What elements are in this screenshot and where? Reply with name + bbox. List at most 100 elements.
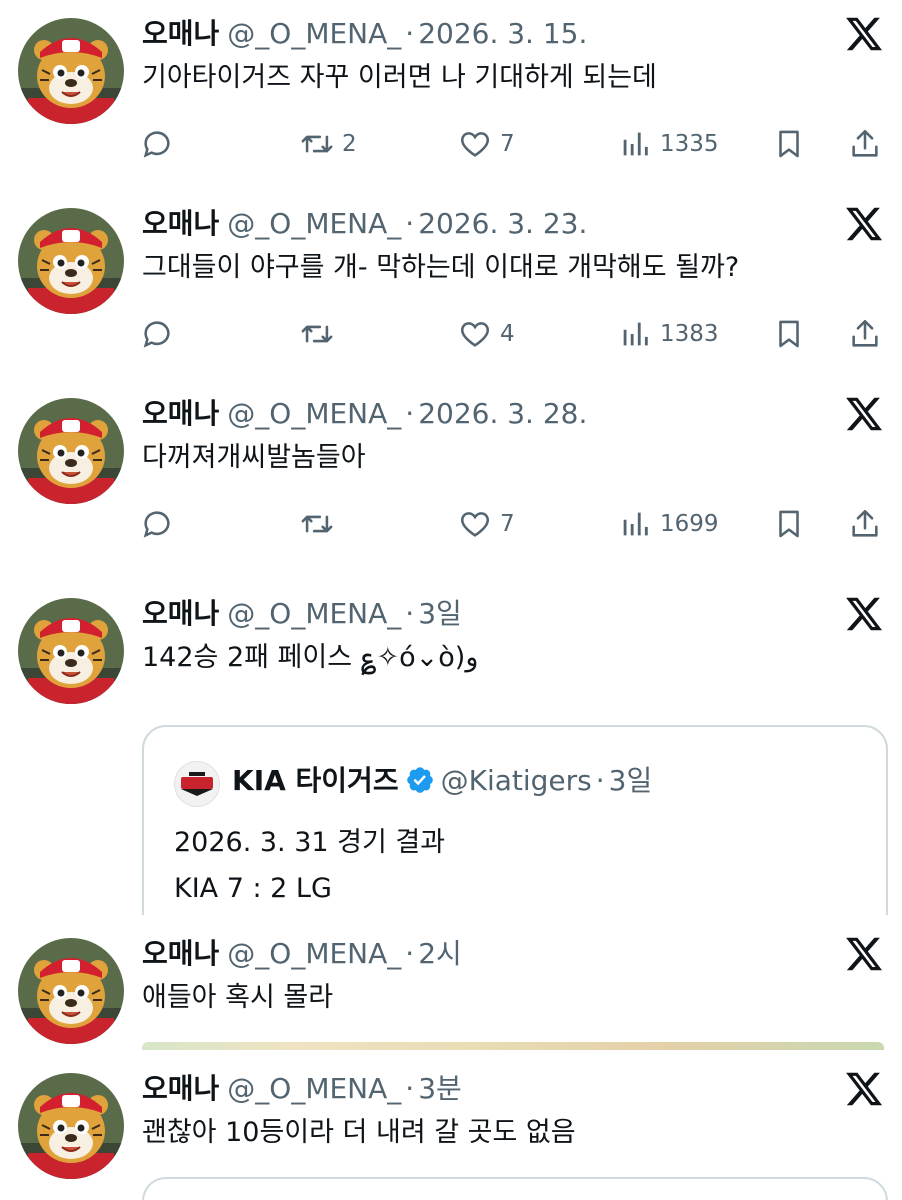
share-icon	[848, 317, 882, 351]
retweet-button[interactable]	[300, 314, 342, 354]
handle[interactable]: @_O_MENA_	[227, 397, 401, 430]
separator-dot: ·	[595, 764, 605, 797]
x-logo-icon	[844, 394, 884, 434]
embedded-card[interactable]	[142, 1177, 888, 1200]
like-count: 7	[500, 511, 515, 537]
timestamp[interactable]: 2026. 3. 23.	[418, 207, 587, 240]
retweet-icon	[300, 317, 334, 351]
like-button[interactable]: 7	[458, 124, 515, 164]
tweet-header: 오매나 @_O_MENA_ · 2026. 3. 28.	[142, 394, 587, 434]
bookmark-icon	[772, 127, 806, 161]
like-button[interactable]: 4	[458, 314, 515, 354]
action-bar: 7 1699	[140, 504, 890, 544]
bookmark-button[interactable]	[772, 314, 806, 354]
tweet-text: 기아타이거즈 자꾸 이러면 나 기대하게 되는데	[142, 62, 657, 93]
x-logo-icon	[844, 204, 884, 244]
avatar-image	[18, 18, 124, 124]
timestamp[interactable]: 2시	[418, 937, 462, 970]
separator-dot: ·	[405, 597, 415, 630]
timestamp[interactable]: 3분	[418, 1072, 462, 1105]
like-count: 4	[500, 321, 515, 347]
views-button[interactable]: 1335	[618, 124, 719, 164]
view-count: 1383	[660, 321, 719, 347]
retweet-icon	[300, 127, 334, 161]
tweet-header: 오매나 @_O_MENA_ · 3일	[142, 594, 462, 634]
retweet-count: 2	[342, 131, 357, 157]
action-bar: 4 1383	[140, 314, 890, 354]
reply-button[interactable]	[140, 504, 174, 544]
share-button[interactable]	[848, 314, 882, 354]
separator-dot: ·	[405, 17, 415, 50]
like-button[interactable]: 7	[458, 504, 515, 544]
retweet-icon	[300, 507, 334, 541]
handle[interactable]: @_O_MENA_	[227, 597, 401, 630]
views-button[interactable]: 1383	[618, 314, 719, 354]
tweet-header: 오매나 @_O_MENA_ · 2시	[142, 934, 462, 974]
handle[interactable]: @_O_MENA_	[227, 1072, 401, 1105]
like-icon	[458, 317, 492, 351]
tweet[interactable]: 오매나 @_O_MENA_ · 2026. 3. 15. 기아타이거즈 자꾸 이러면 …	[0, 0, 902, 190]
display-name[interactable]: 오매나	[142, 207, 219, 240]
media-preview[interactable]	[142, 1042, 884, 1050]
tweet[interactable]: 오매나 @_O_MENA_ · 2026. 3. 28. 다꺼져개씨발놈들아 7 16…	[0, 380, 902, 570]
display-name[interactable]: 오매나	[142, 937, 219, 970]
avatar[interactable]	[18, 598, 124, 704]
kia-tigers-logo-icon	[174, 761, 220, 807]
quoted-timestamp[interactable]: 3일	[609, 764, 653, 797]
bookmark-button[interactable]	[772, 124, 806, 164]
tweet[interactable]: 오매나 @_O_MENA_ · 3분 괜찮아 10등이라 더 내려 갈 곳도 없음	[0, 1055, 902, 1200]
views-button[interactable]: 1699	[618, 504, 719, 544]
bookmark-button[interactable]	[772, 504, 806, 544]
display-name[interactable]: 오매나	[142, 17, 219, 50]
tweet-text: 애들아 혹시 몰라	[142, 982, 334, 1013]
quoted-text-line: 2026. 3. 31 경기 결과	[174, 827, 446, 858]
avatar[interactable]	[18, 398, 124, 504]
quoted-text-line: KIA 7 : 2 LG	[174, 873, 332, 904]
avatar[interactable]	[18, 18, 124, 124]
tweet[interactable]: 오매나 @_O_MENA_ · 2시 애들아 혹시 몰라	[0, 920, 902, 1050]
avatar-image	[18, 398, 124, 504]
display-name[interactable]: 오매나	[142, 397, 219, 430]
retweet-button[interactable]: 2	[300, 124, 357, 164]
retweet-button[interactable]	[300, 504, 342, 544]
avatar[interactable]	[18, 1073, 124, 1179]
timestamp[interactable]: 2026. 3. 15.	[418, 17, 587, 50]
quoted-handle[interactable]: @Kiatigers	[441, 764, 592, 797]
like-count: 7	[500, 131, 515, 157]
handle[interactable]: @_O_MENA_	[227, 207, 401, 240]
handle[interactable]: @_O_MENA_	[227, 17, 401, 50]
reply-icon	[140, 127, 174, 161]
avatar[interactable]	[18, 208, 124, 314]
x-logo-icon	[844, 594, 884, 634]
quoted-tweet[interactable]: KIA 타이거즈 @Kiatigers · 3일 2026. 3. 31 경기 결과 …	[142, 725, 888, 915]
share-button[interactable]	[848, 504, 882, 544]
like-icon	[458, 507, 492, 541]
display-name[interactable]: 오매나	[142, 1072, 219, 1105]
verified-icon	[406, 767, 433, 793]
avatar-image	[18, 938, 124, 1044]
timestamp[interactable]: 2026. 3. 28.	[418, 397, 587, 430]
reply-button[interactable]	[140, 124, 174, 164]
share-button[interactable]	[848, 124, 882, 164]
avatar-image	[18, 1073, 124, 1179]
avatar[interactable]	[18, 938, 124, 1044]
quoted-display-name[interactable]: KIA 타이거즈	[232, 764, 399, 797]
tweet-text: 다꺼져개씨발놈들아	[142, 442, 366, 473]
display-name[interactable]: 오매나	[142, 597, 219, 630]
tweet[interactable]: 오매나 @_O_MENA_ · 3일 142승 2패 페이스 ؏✧ó⌄ò)و KIA …	[0, 580, 902, 915]
views-icon	[618, 507, 652, 541]
x-logo-icon	[844, 1069, 884, 1109]
like-icon	[458, 127, 492, 161]
tweet-header: 오매나 @_O_MENA_ · 3분	[142, 1069, 462, 1109]
tweet[interactable]: 오매나 @_O_MENA_ · 2026. 3. 23. 그대들이 야구를 개- 막하…	[0, 190, 902, 380]
reply-button[interactable]	[140, 314, 174, 354]
bookmark-icon	[772, 317, 806, 351]
timestamp[interactable]: 3일	[418, 597, 462, 630]
tweet-text: 그대들이 야구를 개- 막하는데 이대로 개막해도 될까?	[142, 252, 740, 283]
separator-dot: ·	[405, 207, 415, 240]
handle[interactable]: @_O_MENA_	[227, 937, 401, 970]
tweet-header: 오매나 @_O_MENA_ · 2026. 3. 23.	[142, 204, 587, 244]
avatar-image	[18, 598, 124, 704]
avatar-image	[18, 208, 124, 314]
tweet-header: 오매나 @_O_MENA_ · 2026. 3. 15.	[142, 14, 587, 54]
